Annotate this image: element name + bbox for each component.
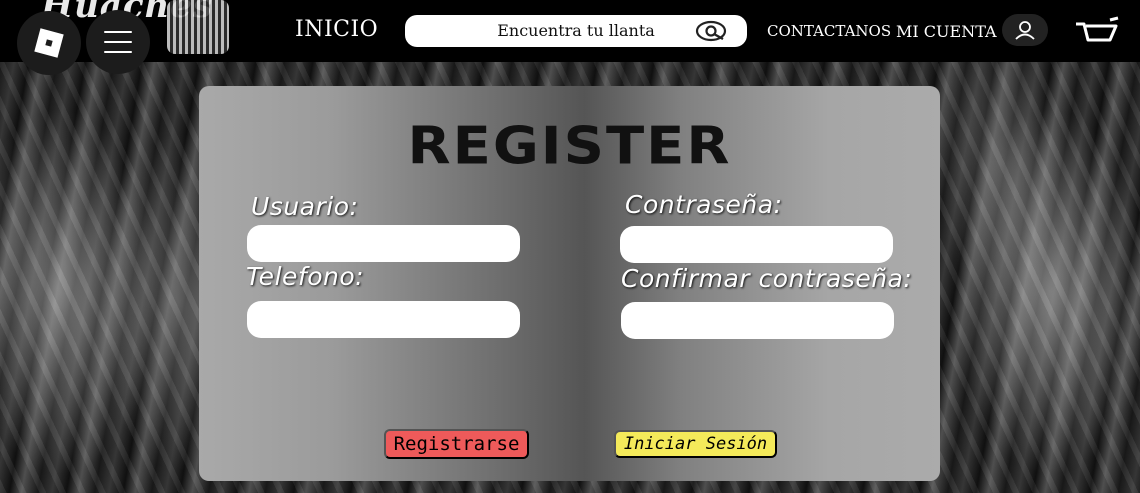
search-input[interactable]: Encuentra tu llanta: [405, 15, 747, 47]
confirm-password-label: Confirmar contraseña:: [621, 264, 913, 293]
tire-logo-icon: [167, 0, 229, 54]
password-field[interactable]: [620, 226, 893, 263]
roblox-icon[interactable]: [17, 11, 81, 75]
form-title: REGISTER: [407, 116, 732, 177]
user-field[interactable]: [247, 225, 520, 262]
nav-home-link[interactable]: INICIO: [295, 17, 378, 42]
user-icon: [1015, 21, 1035, 40]
password-label: Contraseña:: [625, 190, 783, 219]
register-form: REGISTER Usuario: Contraseña: Telefono: …: [199, 86, 940, 481]
nav-account-link[interactable]: MI CUENTA: [896, 22, 997, 41]
nav-contact-link[interactable]: CONTACTANOS: [767, 22, 891, 40]
cart-icon[interactable]: [1074, 16, 1120, 46]
register-button[interactable]: Registrarse: [384, 429, 529, 459]
menu-button[interactable]: [86, 10, 150, 74]
top-header: Huachés INICIO Encuentra tu llanta CONTA…: [0, 0, 1140, 75]
menu-icon: [104, 31, 132, 53]
phone-field[interactable]: [247, 301, 520, 338]
phone-label: Telefono:: [246, 262, 365, 291]
confirm-password-field[interactable]: [621, 302, 894, 339]
user-button[interactable]: [1002, 14, 1048, 46]
login-button[interactable]: Iniciar Sesión: [614, 430, 777, 458]
search-icon[interactable]: [695, 20, 729, 42]
user-label: Usuario:: [251, 192, 359, 221]
